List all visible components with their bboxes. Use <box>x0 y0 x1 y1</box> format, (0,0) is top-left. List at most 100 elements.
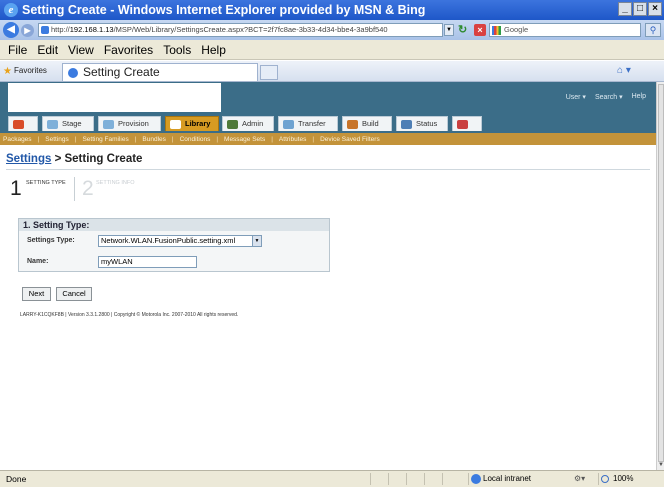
home-tab-icon <box>13 120 24 129</box>
tab-page-icon <box>68 68 78 78</box>
next-button[interactable]: Next <box>22 287 51 301</box>
tab-transfer-label: Transfer <box>298 119 326 128</box>
tab-stage-label: Stage <box>62 119 82 128</box>
zoom-level: 100% <box>613 474 634 483</box>
menu-file[interactable]: File <box>8 43 27 57</box>
subnav-separator: | <box>171 135 174 143</box>
utility-nav: User ▾ Search ▾ Help <box>566 93 646 101</box>
tab-stage[interactable]: Stage <box>42 116 94 131</box>
title-bar: e Setting Create - Windows Internet Expl… <box>0 0 664 20</box>
app-header: User ▾ Search ▾ Help <box>0 82 656 113</box>
status-cell <box>388 473 398 485</box>
favorites-bar: ★ Favorites Setting Create ⌂ ▾ <box>0 61 664 82</box>
favorites-star-icon[interactable]: ★ <box>3 66 12 77</box>
tab-status[interactable]: Status <box>396 116 448 131</box>
tab-build[interactable]: Build <box>342 116 392 131</box>
status-cell <box>424 473 434 485</box>
url-path: /MSP/Web/Library/SettingsCreate.aspx?BCT… <box>113 25 388 34</box>
name-field[interactable]: myWLAN <box>98 256 197 268</box>
subnav-attributes[interactable]: Attributes <box>279 136 306 143</box>
provision-icon <box>103 120 114 129</box>
ie-logo-icon: e <box>4 3 18 17</box>
subnav-packages[interactable]: Packages <box>3 136 32 143</box>
tab-library-label: Library <box>185 119 211 128</box>
step-1-number: 1 <box>10 177 22 200</box>
window-title: Setting Create - Windows Internet Explor… <box>22 3 426 17</box>
user-menu[interactable]: User ▾ <box>566 93 586 101</box>
security-zone[interactable]: Local intranet <box>468 473 568 485</box>
status-cell <box>442 473 452 485</box>
menu-tools[interactable]: Tools <box>163 43 191 57</box>
scroll-down-icon[interactable]: ▼ <box>657 462 664 470</box>
new-tab-button[interactable] <box>260 65 278 80</box>
breadcrumb-divider <box>6 169 650 170</box>
subnav-setting-families[interactable]: Setting Families <box>82 136 128 143</box>
library-icon <box>170 120 181 129</box>
build-icon <box>347 120 358 129</box>
name-label: Name: <box>27 258 49 265</box>
browser-tab-active[interactable]: Setting Create <box>62 63 258 81</box>
tab-reports[interactable] <box>452 116 482 131</box>
chevron-down-icon[interactable]: ▼ <box>252 236 261 246</box>
admin-icon <box>227 120 238 129</box>
step-divider <box>74 177 75 201</box>
status-cell <box>406 473 416 485</box>
subnav-message-sets[interactable]: Message Sets <box>224 136 265 143</box>
tab-provision[interactable]: Provision <box>98 116 161 131</box>
breadcrumb-settings-link[interactable]: Settings <box>6 153 51 165</box>
version-footer: LARRY-K1CQKF8B | Version 3.3.1.2800 | Co… <box>20 312 239 318</box>
search-placeholder: Google <box>504 25 529 34</box>
subnav-separator: | <box>37 135 40 143</box>
tab-admin[interactable]: Admin <box>222 116 274 131</box>
subnav-bundles[interactable]: Bundles <box>142 136 166 143</box>
tab-library[interactable]: Library <box>165 116 219 131</box>
web-page: User ▾ Search ▾ Help Stage Provision Lib… <box>0 82 656 470</box>
search-menu[interactable]: Search ▾ <box>595 93 623 101</box>
protected-mode-icon[interactable]: ⚙▾ <box>574 473 594 485</box>
subnav-device-saved-filters[interactable]: Device Saved Filters <box>320 136 380 143</box>
status-cell <box>370 473 380 485</box>
section-title: 1. Setting Type: <box>19 219 329 231</box>
step-2-label: SETTING INFO <box>96 180 135 186</box>
search-input[interactable]: Google <box>489 23 641 37</box>
browser-tab-title: Setting Create <box>83 65 160 79</box>
vertical-scrollbar[interactable]: ▼ <box>656 82 664 470</box>
maximize-button[interactable]: □ <box>633 2 647 16</box>
app-tabs: Stage Provision Library Admin Transfer B… <box>0 113 656 133</box>
zoom-control[interactable]: 100% <box>598 473 662 485</box>
settings-type-label: Settings Type: <box>27 237 75 244</box>
menu-favorites[interactable]: Favorites <box>104 43 153 57</box>
menu-help[interactable]: Help <box>201 43 226 57</box>
subnav-separator: | <box>271 135 273 143</box>
address-input[interactable]: http://192.168.1.13/MSP/Web/Library/Sett… <box>38 23 443 37</box>
settings-type-select[interactable]: Network.WLAN.FusionPublic.setting.xml ▼ <box>98 235 262 247</box>
favorites-button[interactable]: Favorites <box>14 66 47 75</box>
subnav-separator: | <box>134 135 137 143</box>
zone-label: Local intranet <box>483 474 532 483</box>
back-button[interactable]: ◀ <box>3 22 19 38</box>
help-link[interactable]: Help <box>632 93 646 101</box>
forward-button[interactable]: ▶ <box>21 23 34 37</box>
search-icon[interactable]: ⚲ <box>645 23 661 37</box>
window-controls: _ □ × <box>618 2 662 16</box>
menu-view[interactable]: View <box>68 43 94 57</box>
scrollbar-thumb[interactable] <box>658 84 664 462</box>
menu-edit[interactable]: Edit <box>37 43 58 57</box>
close-button[interactable]: × <box>648 2 662 16</box>
subnav-conditions[interactable]: Conditions <box>180 136 211 143</box>
status-icon <box>401 120 412 129</box>
tab-home[interactable] <box>8 116 38 131</box>
subnav-settings[interactable]: Settings <box>45 136 69 143</box>
address-dropdown-button[interactable]: ▼ <box>444 24 454 36</box>
minimize-button[interactable]: _ <box>618 2 632 16</box>
tab-status-label: Status <box>416 119 438 128</box>
settings-type-value: Network.WLAN.FusionPublic.setting.xml <box>101 236 236 245</box>
refresh-icon[interactable]: ↻ <box>458 24 470 36</box>
breadcrumb-separator: > <box>51 153 65 165</box>
breadcrumb: Settings > Setting Create <box>6 153 142 165</box>
stop-icon[interactable]: × <box>474 24 486 36</box>
home-icon[interactable]: ⌂ ▾ <box>617 65 641 78</box>
cancel-button[interactable]: Cancel <box>56 287 92 301</box>
subnav-separator: | <box>74 135 77 143</box>
tab-transfer[interactable]: Transfer <box>278 116 338 131</box>
